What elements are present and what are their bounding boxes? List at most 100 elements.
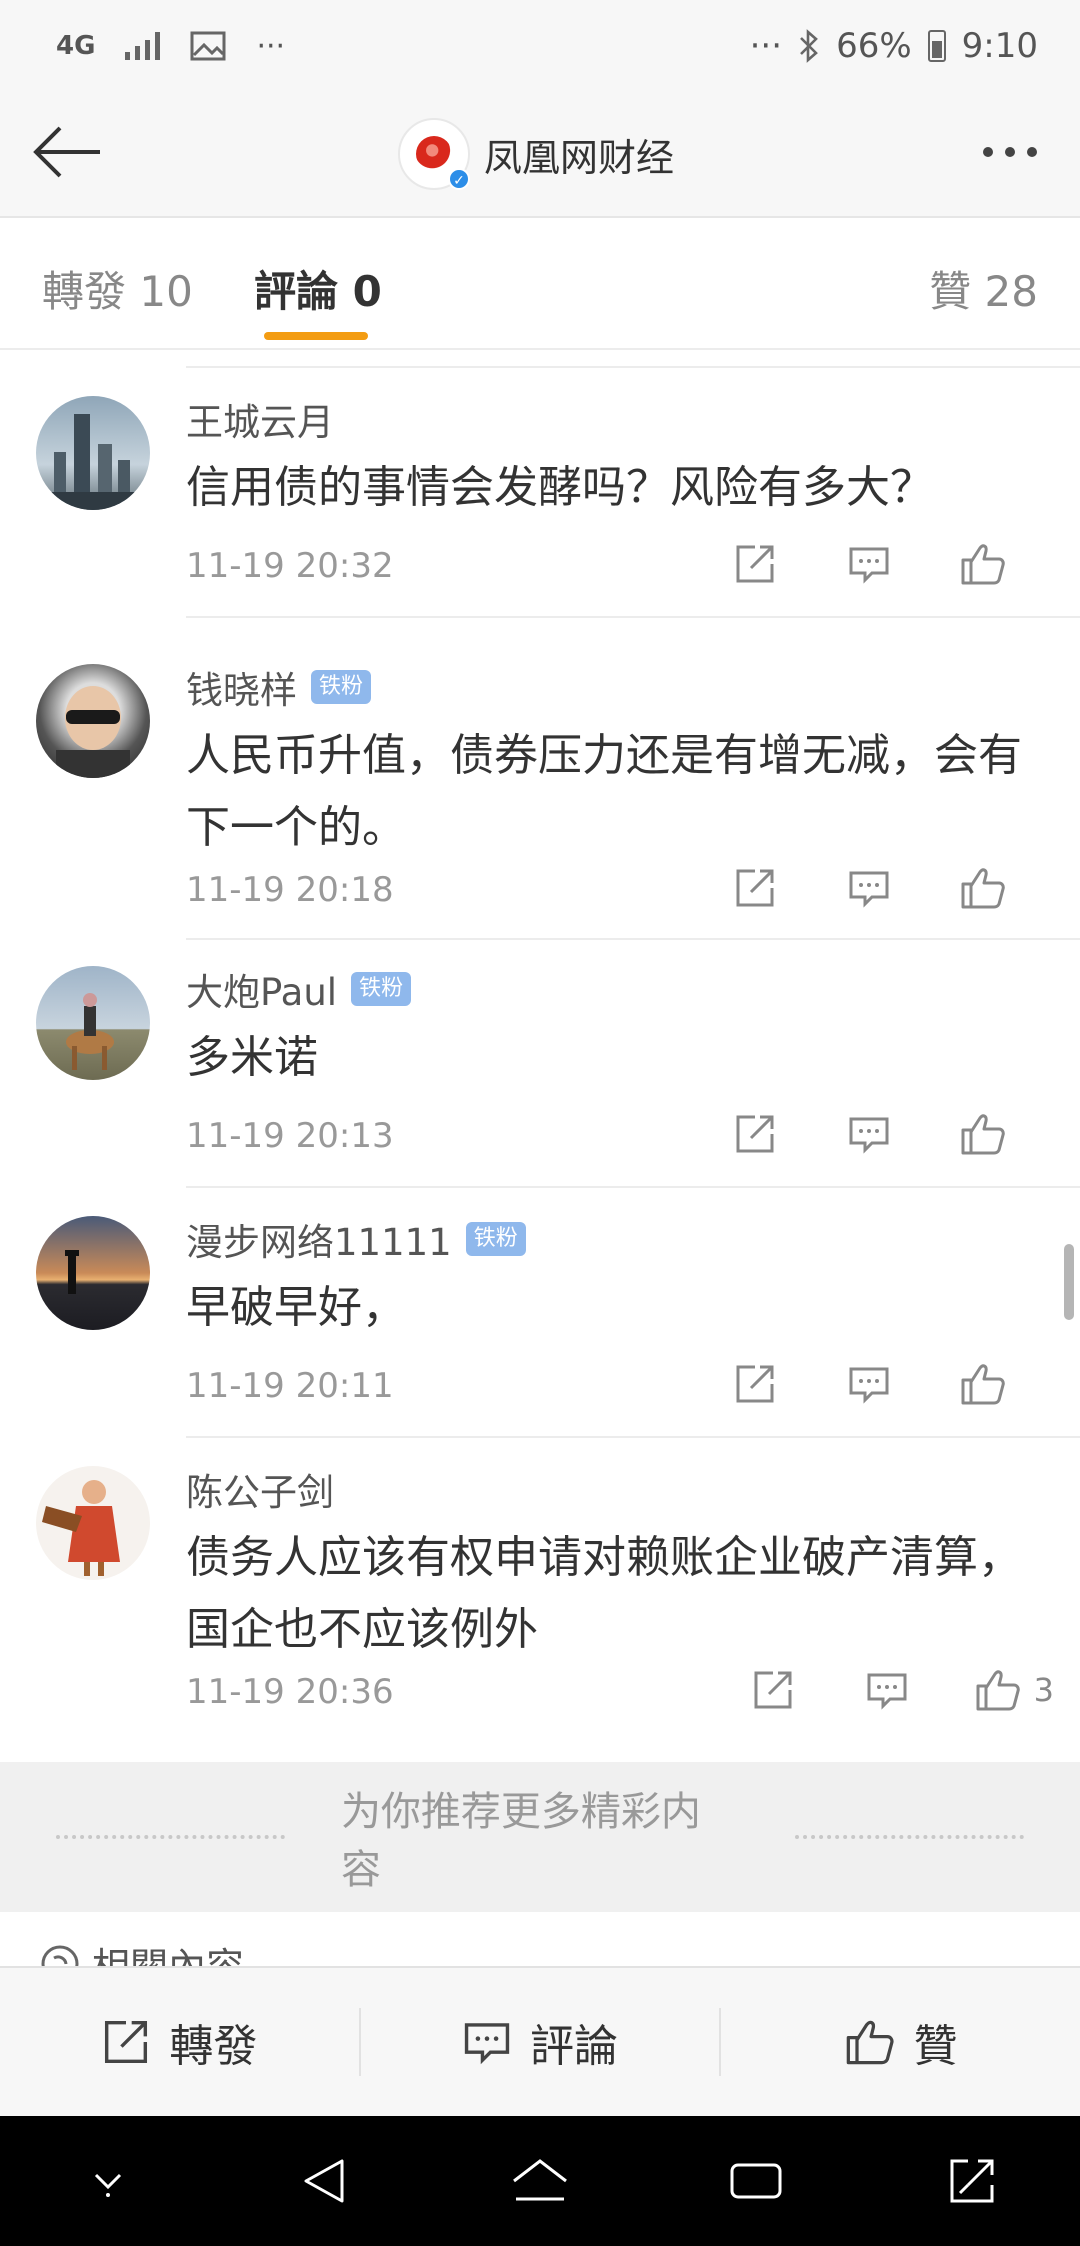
chevron-down-icon	[94, 2173, 122, 2197]
avatar[interactable]	[36, 1466, 150, 1580]
recents-icon	[730, 2163, 782, 2199]
system-recents-button[interactable]	[711, 2136, 801, 2226]
comment-actions	[698, 1356, 1040, 1412]
comment-button[interactable]	[812, 1362, 926, 1406]
like-button[interactable]: 3	[974, 1666, 1054, 1714]
hide-nav-button[interactable]	[63, 2136, 153, 2226]
fan-badge: 铁粉	[351, 972, 412, 1006]
comment-author[interactable]: 王城云月	[186, 392, 334, 446]
fan-badge: 铁粉	[311, 670, 372, 704]
phoenix-logo-icon	[416, 136, 452, 172]
account-avatar[interactable]: ✓	[398, 118, 470, 190]
tab-comment[interactable]: 評論 0	[254, 258, 382, 319]
comment-author[interactable]: 钱晓样	[186, 660, 297, 714]
bottom-comment-button[interactable]: 評論	[361, 1968, 720, 2116]
scrollbar[interactable]	[1064, 1244, 1074, 1320]
recommend-text: 为你推荐更多精彩内容	[340, 1789, 701, 1893]
like-button[interactable]	[926, 864, 1040, 912]
avatar[interactable]	[36, 966, 150, 1080]
avatar[interactable]	[36, 664, 150, 778]
recommend-banner[interactable]: 为你推荐更多精彩内容	[0, 1762, 1080, 1912]
account-header[interactable]: ✓ 凤凰网财经	[398, 114, 674, 194]
more-dots-icon	[1027, 147, 1037, 157]
system-back-button[interactable]	[279, 2136, 369, 2226]
comment-text: 债务人应该有权申请对赖账企业破产清算，国企也不应该例外	[186, 1532, 1022, 1655]
account-name[interactable]: 凤凰网财经	[484, 127, 674, 182]
tab-like[interactable]: 贊 28	[929, 258, 1038, 319]
comment-actions	[698, 536, 1040, 592]
city-skyline-image	[36, 414, 150, 510]
repost-icon	[736, 1115, 774, 1153]
comment-icon	[849, 871, 889, 908]
avatar[interactable]	[36, 1216, 150, 1330]
thumbs-up-icon	[976, 1670, 1020, 1711]
repost-icon	[736, 869, 774, 907]
bottom-like-button[interactable]: 贊	[721, 1968, 1080, 2116]
comment-text: 多米诺	[186, 1032, 318, 1083]
system-nav-bar	[0, 2116, 1080, 2246]
comment-text: 信用债的事情会发酵吗？风险有多大？	[186, 462, 934, 513]
comment-icon	[849, 547, 889, 584]
comment-actions	[698, 860, 1040, 916]
active-tab-indicator	[264, 332, 368, 340]
dotted-divider	[56, 1835, 285, 1839]
triangle-back-icon	[304, 2159, 344, 2203]
like-count: 3	[1033, 1671, 1054, 1709]
bottom-repost-label: 轉發	[169, 2021, 258, 2072]
comment-button[interactable]	[812, 1112, 926, 1156]
comment-text: 早破早好，	[186, 1282, 406, 1333]
home-icon	[513, 2159, 567, 2201]
horse-rider-image	[66, 993, 114, 1070]
more-dots-icon	[1005, 147, 1015, 157]
comment-time: 11-19 20:13	[186, 1116, 394, 1156]
comment-header: 大炮Paul 铁粉	[186, 962, 412, 1016]
thumbs-up-icon	[846, 2020, 894, 2065]
comment-time: 11-19 20:36	[186, 1672, 394, 1712]
verified-badge-icon: ✓	[448, 168, 470, 190]
comment-button[interactable]	[812, 866, 926, 910]
thumbs-up-icon	[961, 868, 1005, 909]
comment-button[interactable]	[812, 542, 926, 586]
expand-icon	[950, 2159, 994, 2203]
system-expand-button[interactable]	[927, 2136, 1017, 2226]
bottom-action-bar: 轉發 評論 贊	[0, 1966, 1080, 2116]
tab-bar: 轉發 10 評論 0 贊 28	[0, 220, 1080, 350]
comment-header: 陈公子剑	[186, 1464, 334, 1514]
repost-button[interactable]	[716, 1668, 830, 1712]
divider	[186, 938, 1080, 940]
avatar[interactable]	[36, 396, 150, 510]
cartoon-character-image	[42, 1480, 120, 1576]
comment-header: 王城云月	[186, 394, 334, 444]
comment-author[interactable]: 漫步网络11111	[186, 1212, 452, 1266]
comment-time: 11-19 20:11	[186, 1366, 394, 1406]
back-arrow-icon	[33, 126, 100, 178]
repost-button[interactable]	[698, 1112, 812, 1156]
like-button[interactable]	[926, 1110, 1040, 1158]
comment-button[interactable]	[830, 1668, 944, 1712]
like-button[interactable]	[926, 540, 1040, 588]
child-portrait-image	[56, 686, 130, 778]
system-home-button[interactable]	[495, 2136, 585, 2226]
comment-header: 钱晓样 铁粉	[186, 660, 372, 714]
more-options-button[interactable]	[970, 122, 1050, 182]
comment-actions	[698, 1106, 1040, 1162]
comment-time: 11-19 20:32	[186, 546, 394, 586]
comment-author[interactable]: 大炮Paul	[186, 962, 337, 1016]
top-nav-bar: ✓ 凤凰网财经	[0, 92, 1080, 218]
divider	[186, 1436, 1080, 1438]
back-button[interactable]	[26, 112, 106, 192]
comment-icon	[867, 1673, 907, 1710]
like-button[interactable]	[926, 1360, 1040, 1408]
bottom-repost-button[interactable]: 轉發	[0, 1968, 359, 2116]
comment-author[interactable]: 陈公子剑	[186, 1462, 334, 1516]
status-right-overflow: ···	[749, 26, 783, 66]
bottom-like-label: 贊	[913, 2021, 958, 2072]
repost-button[interactable]	[698, 542, 812, 586]
repost-button[interactable]	[698, 1362, 812, 1406]
bluetooth-icon	[800, 29, 818, 63]
more-dots-icon	[983, 147, 993, 157]
tab-repost[interactable]: 轉發 10	[42, 258, 193, 319]
thumbs-up-icon	[961, 1114, 1005, 1155]
comment-text: 人民币升值，债券压力还是有增无减，会有下一个的。	[186, 730, 1022, 853]
repost-button[interactable]	[698, 866, 812, 910]
